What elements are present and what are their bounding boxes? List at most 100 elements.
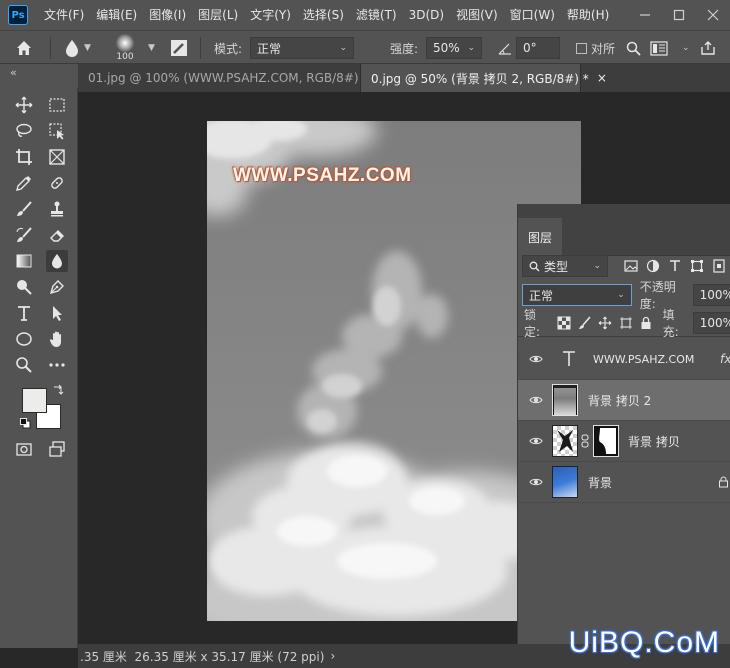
filter-adjustment-icon[interactable] <box>642 255 664 277</box>
collapse-toolbar-icon[interactable]: « <box>10 66 17 79</box>
dodge-tool-icon[interactable] <box>13 276 35 298</box>
default-colors-icon[interactable] <box>20 418 31 429</box>
visibility-eye-icon[interactable] <box>529 475 543 489</box>
close-window-icon[interactable] <box>696 0 730 30</box>
healing-brush-tool-icon[interactable] <box>46 172 68 194</box>
menu-help[interactable]: 帮助(H) <box>561 0 615 30</box>
lock-icon[interactable] <box>718 476 729 488</box>
path-selection-tool-icon[interactable] <box>46 302 68 324</box>
tab-0-jpg[interactable]: 0.jpg @ 50% (背景 拷贝 2, RGB/8#) * × <box>361 64 607 92</box>
filter-smart-object-icon[interactable] <box>708 255 730 277</box>
brush-settings-icon[interactable] <box>170 31 188 65</box>
hand-tool-icon[interactable] <box>46 328 68 350</box>
layer-thumbnail <box>552 425 578 457</box>
status-arrow-icon[interactable]: › <box>330 649 335 663</box>
share-icon[interactable] <box>700 31 716 65</box>
visibility-eye-icon[interactable] <box>529 352 543 366</box>
workspace-caret-icon[interactable]: ⌄ <box>678 31 690 65</box>
screen-mode-icon[interactable] <box>46 438 68 460</box>
sample-all-checkbox[interactable] <box>576 42 587 54</box>
lock-artboard-icon[interactable] <box>616 312 637 334</box>
visibility-eye-icon[interactable] <box>529 434 543 448</box>
mask-link-icon[interactable] <box>581 434 589 448</box>
gradient-tool-icon[interactable] <box>13 250 35 272</box>
menu-view[interactable]: 视图(V) <box>450 0 504 30</box>
window-controls <box>628 0 730 30</box>
fx-icon[interactable]: fx <box>720 352 730 366</box>
fill-input[interactable]: 100% <box>692 311 730 334</box>
layer-row-text[interactable]: WWW.PSAHZ.COM fx <box>518 339 730 380</box>
lock-pixels-icon[interactable] <box>575 312 596 334</box>
brush-size-picker[interactable]: 100 <box>116 31 134 65</box>
tab-01-jpg[interactable]: 01.jpg @ 100% (WWW.PSAHZ.COM, RGB/8#) * … <box>78 64 386 92</box>
angle-icon <box>498 31 512 65</box>
layers-filter-row: 类型 ⌄ <box>518 252 730 280</box>
fill-value: 100% <box>699 315 730 330</box>
search-icon[interactable] <box>626 31 641 65</box>
minimize-icon[interactable] <box>628 0 662 30</box>
lock-transparent-icon[interactable] <box>554 312 575 334</box>
pen-tool-icon[interactable] <box>46 276 68 298</box>
blur-tool-icon[interactable] <box>46 250 68 272</box>
eraser-tool-icon[interactable] <box>46 224 68 246</box>
eyedropper-tool-icon[interactable] <box>13 172 35 194</box>
menu-select[interactable]: 选择(S) <box>297 0 350 30</box>
type-tool-icon[interactable] <box>13 302 35 324</box>
menu-type[interactable]: 文字(Y) <box>244 0 297 30</box>
home-icon[interactable] <box>14 31 34 65</box>
menu-file[interactable]: 文件(F) <box>38 0 90 30</box>
menu-filter[interactable]: 滤镜(T) <box>350 0 403 30</box>
lock-label: 锁定: <box>524 307 541 339</box>
lasso-tool-icon[interactable] <box>13 120 35 142</box>
clone-stamp-tool-icon[interactable] <box>46 198 68 220</box>
filter-shape-icon[interactable] <box>686 255 708 277</box>
foreground-color-swatch[interactable] <box>22 388 47 413</box>
layer-row-background[interactable]: 背景 <box>518 462 730 503</box>
layer-row-background-copy-2[interactable]: 背景 拷贝 2 <box>518 380 730 421</box>
close-icon[interactable]: × <box>597 71 607 85</box>
menu-layer[interactable]: 图层(L) <box>192 0 244 30</box>
crop-tool-icon[interactable] <box>13 146 35 168</box>
layer-name: 背景 拷贝 2 <box>588 393 652 408</box>
object-selection-tool-icon[interactable] <box>46 120 68 142</box>
layer-filter-dropdown[interactable]: 类型 ⌄ <box>522 255 608 277</box>
opacity-input[interactable]: 100% <box>692 284 730 306</box>
layer-name: 背景 拷贝 <box>628 434 680 449</box>
strength-dropdown[interactable]: 50% ⌄ <box>426 37 482 59</box>
workspace-icon[interactable] <box>650 31 668 65</box>
menu-window[interactable]: 窗口(W) <box>504 0 561 30</box>
angle-input[interactable]: 0° <box>516 37 560 59</box>
marquee-tool-icon[interactable] <box>46 94 68 116</box>
filter-type-icon[interactable] <box>664 255 686 277</box>
zoom-tool-icon[interactable] <box>13 354 35 376</box>
fill-label: 填充: <box>662 307 679 339</box>
lock-all-icon[interactable] <box>636 312 657 334</box>
layer-row-background-copy[interactable]: 背景 拷贝 <box>518 421 730 462</box>
visibility-eye-icon[interactable] <box>529 393 543 407</box>
document-size-status: .35 厘米 26.35 厘米 x 35.17 厘米 (72 ppi) <box>80 649 325 664</box>
frame-tool-icon[interactable] <box>46 146 68 168</box>
menu-edit[interactable]: 编辑(E) <box>90 0 143 30</box>
layer-mask-thumbnail[interactable] <box>593 425 619 457</box>
mode-dropdown[interactable]: 正常 ⌄ <box>250 37 354 59</box>
site-brand-watermark: UiBQ.CoM <box>568 626 720 659</box>
lock-position-icon[interactable] <box>595 312 616 334</box>
photoshop-logo: Ps <box>8 5 28 25</box>
maximize-icon[interactable] <box>662 0 696 30</box>
filter-pixel-icon[interactable] <box>620 255 642 277</box>
brush-tool-icon[interactable] <box>13 198 35 220</box>
menu-3d[interactable]: 3D(D) <box>403 0 450 30</box>
tab-layers[interactable]: 图层 <box>518 218 563 256</box>
move-tool-icon[interactable] <box>13 94 35 116</box>
menu-image[interactable]: 图像(I) <box>143 0 192 30</box>
history-brush-tool-icon[interactable] <box>13 224 35 246</box>
blend-mode-dropdown[interactable]: 正常 ⌄ <box>522 284 632 306</box>
more-tools-icon[interactable] <box>46 354 68 376</box>
brush-size-caret-icon[interactable]: ▼ <box>144 31 155 65</box>
swap-colors-icon[interactable] <box>52 384 64 396</box>
ellipse-tool-icon[interactable] <box>13 328 35 350</box>
blur-tool-preset-icon[interactable]: ▼ <box>64 31 91 65</box>
layer-thumbnail <box>552 466 578 498</box>
layers-panel-title: 图层 <box>528 230 553 245</box>
quick-mask-icon[interactable] <box>13 438 35 460</box>
